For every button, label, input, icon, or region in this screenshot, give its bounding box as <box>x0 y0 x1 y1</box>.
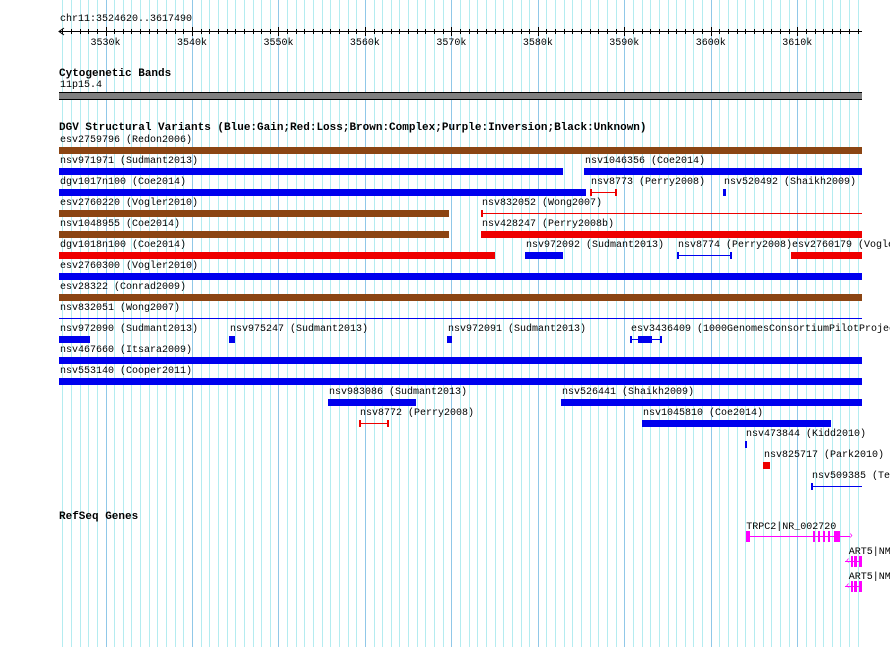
variant-bar[interactable] <box>59 294 862 301</box>
gene-exon[interactable] <box>828 531 831 542</box>
variant-cap <box>660 336 662 343</box>
variant-label[interactable]: dgv1017n100 (Coe2014) <box>60 178 186 188</box>
variant-label[interactable]: nsv972092 (Sudmant2013) <box>526 241 664 251</box>
variant-bar[interactable] <box>745 441 747 448</box>
variant-label[interactable]: nsv428247 (Perry2008b) <box>482 220 614 230</box>
variant-label[interactable]: nsv509385 (Te <box>812 472 890 482</box>
variant-bar[interactable] <box>584 168 862 175</box>
variant-label[interactable]: nsv520492 (Shaikh2009) <box>724 178 856 188</box>
variant-bar[interactable] <box>59 147 862 154</box>
variant-bar[interactable] <box>723 189 726 196</box>
gene-exon[interactable] <box>854 556 857 567</box>
variant-bar[interactable] <box>642 420 831 427</box>
variant-bar[interactable] <box>328 399 416 406</box>
strand-arrow-left-icon: ‹ <box>844 581 851 592</box>
variant-line[interactable] <box>481 213 862 214</box>
variant-label[interactable]: esv2760220 (Vogler2010) <box>60 199 198 209</box>
variant-cap <box>677 252 679 259</box>
gene-exon[interactable] <box>812 531 816 542</box>
gene-exon[interactable] <box>859 556 862 567</box>
variant-label[interactable]: nsv832052 (Wong2007) <box>482 199 602 209</box>
variant-bar[interactable] <box>561 399 862 406</box>
variant-cap <box>811 483 813 490</box>
variant-label[interactable]: esv28322 (Conrad2009) <box>60 283 186 293</box>
gene-exon[interactable] <box>859 581 862 592</box>
variant-bar[interactable] <box>525 252 563 259</box>
tracks: esv2759796 (Redon2006) nsv971971 (Sudmant… <box>0 0 890 647</box>
variant-label[interactable]: dgv1018n100 (Coe2014) <box>60 241 186 251</box>
variant-label[interactable]: nsv983086 (Sudmant2013) <box>329 388 467 398</box>
gene-exon[interactable] <box>823 531 826 542</box>
variant-line[interactable] <box>590 192 617 193</box>
variant-bar[interactable] <box>481 231 862 238</box>
variant-line[interactable] <box>811 486 862 487</box>
variant-label[interactable]: nsv972090 (Sudmant2013) <box>60 325 198 335</box>
variant-label[interactable]: esv2760179 (Vogler2010) <box>792 241 890 251</box>
variant-label[interactable]: nsv473844 (Kidd2010) <box>746 430 866 440</box>
variant-bar[interactable] <box>59 378 862 385</box>
variant-label[interactable]: nsv975247 (Sudmant2013) <box>230 325 368 335</box>
variant-label[interactable]: esv2759796 (Redon2006) <box>60 136 192 146</box>
variant-cap <box>359 420 361 427</box>
variant-bar[interactable] <box>763 462 770 469</box>
variant-cap <box>730 252 732 259</box>
variant-label[interactable]: nsv972091 (Sudmant2013) <box>448 325 586 335</box>
variant-label[interactable]: nsv8774 (Perry2008) <box>678 241 792 251</box>
variant-line[interactable] <box>677 255 732 256</box>
variant-core <box>638 336 652 343</box>
variant-label[interactable]: nsv526441 (Shaikh2009) <box>562 388 694 398</box>
gene-exon[interactable] <box>850 556 854 567</box>
variant-label[interactable]: nsv8773 (Perry2008) <box>591 178 705 188</box>
gene-exon[interactable] <box>817 531 820 542</box>
variant-label[interactable]: esv3436409 (1000GenomesConsortiumPilotPr… <box>631 325 890 335</box>
variant-line[interactable] <box>59 318 862 319</box>
variant-label[interactable]: nsv825717 (Park2010) <box>764 451 884 461</box>
variant-bar[interactable] <box>59 210 449 217</box>
variant-bar[interactable] <box>59 189 586 196</box>
variant-bar[interactable] <box>59 168 563 175</box>
variant-bar[interactable] <box>791 252 862 259</box>
variant-bar[interactable] <box>59 252 495 259</box>
gene-exon[interactable] <box>850 581 854 592</box>
variant-label[interactable]: nsv1046356 (Coe2014) <box>585 157 705 167</box>
variant-bar[interactable] <box>59 231 449 238</box>
variant-bar[interactable] <box>229 336 235 343</box>
variant-bar[interactable] <box>447 336 452 343</box>
variant-label[interactable]: nsv971971 (Sudmant2013) <box>60 157 198 167</box>
variant-label[interactable]: nsv467660 (Itsara2009) <box>60 346 192 356</box>
variant-label[interactable]: nsv8772 (Perry2008) <box>360 409 474 419</box>
variant-bar[interactable] <box>59 336 90 343</box>
variant-cap <box>481 210 483 217</box>
gene-exon[interactable] <box>833 531 840 542</box>
gene-exon[interactable] <box>746 531 750 542</box>
strand-arrow-left-icon: ‹ <box>844 556 851 567</box>
strand-arrow-right-icon: › <box>847 531 854 542</box>
gene-exon[interactable] <box>854 581 857 592</box>
variant-bar[interactable] <box>59 273 862 280</box>
variant-cap <box>630 336 632 343</box>
variant-line[interactable] <box>359 423 389 424</box>
variant-label[interactable]: nsv1045810 (Coe2014) <box>643 409 763 419</box>
variant-label[interactable]: esv2760300 (Vogler2010) <box>60 262 198 272</box>
variant-label[interactable]: nsv832051 (Wong2007) <box>60 304 180 314</box>
variant-label[interactable]: nsv1048955 (Coe2014) <box>60 220 180 230</box>
variant-cap <box>590 189 592 196</box>
variant-label[interactable]: nsv553140 (Cooper2011) <box>60 367 192 377</box>
variant-cap <box>615 189 617 196</box>
variant-cap <box>387 420 389 427</box>
variant-bar[interactable] <box>59 357 862 364</box>
